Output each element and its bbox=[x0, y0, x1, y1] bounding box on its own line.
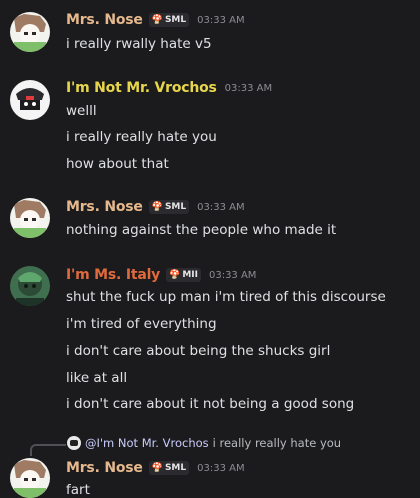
role-tag-label: MII bbox=[182, 270, 198, 280]
reply-preview[interactable]: @I'm Not Mr. Vrochos i really really hat… bbox=[67, 436, 341, 450]
message-text: i don't care about it not being a good s… bbox=[66, 396, 355, 412]
message-text: welll bbox=[66, 103, 97, 119]
role-tag-label: SML bbox=[164, 202, 187, 212]
reply-avatar-icon bbox=[67, 436, 81, 450]
timestamp[interactable]: 03:33 AM bbox=[197, 463, 244, 474]
username[interactable]: I'm Ms. Italy bbox=[66, 267, 160, 283]
message-text: shut the fuck up man i'm tired of this d… bbox=[66, 289, 386, 305]
message-text: like at all bbox=[66, 370, 128, 386]
role-tag: 🍄 SML bbox=[148, 13, 190, 27]
message-text: fart bbox=[66, 482, 90, 498]
avatar[interactable] bbox=[10, 266, 50, 306]
message-text: how about that bbox=[66, 156, 169, 172]
reply-mention[interactable]: @I'm Not Mr. Vrochos bbox=[85, 436, 209, 450]
avatar[interactable] bbox=[10, 12, 50, 52]
role-tag: 🍄 MII bbox=[166, 268, 201, 282]
reply-text[interactable]: i really really hate you bbox=[213, 436, 341, 450]
username[interactable]: Mrs. Nose bbox=[66, 12, 143, 28]
message-text: nothing against the people who made it bbox=[66, 222, 337, 238]
reply-connector bbox=[30, 444, 66, 456]
role-tag-label: SML bbox=[164, 15, 187, 25]
timestamp[interactable]: 03:33 AM bbox=[225, 83, 272, 94]
username[interactable]: I'm Not Mr. Vrochos bbox=[66, 80, 217, 96]
timestamp[interactable]: 03:33 AM bbox=[197, 202, 244, 213]
mushroom-icon: 🍄 bbox=[151, 202, 163, 212]
avatar[interactable] bbox=[10, 80, 50, 120]
message-text: i really really hate you bbox=[66, 129, 217, 145]
timestamp[interactable]: 03:33 AM bbox=[197, 15, 244, 26]
role-tag: 🍄 SML bbox=[148, 461, 190, 475]
mushroom-icon: 🍄 bbox=[169, 270, 181, 280]
avatar[interactable] bbox=[10, 458, 50, 498]
role-tag: 🍄 SML bbox=[148, 200, 190, 214]
message-text: i don't care about being the shucks girl bbox=[66, 343, 331, 359]
username[interactable]: Mrs. Nose bbox=[66, 199, 143, 215]
role-tag-label: SML bbox=[164, 463, 187, 473]
avatar[interactable] bbox=[10, 198, 50, 238]
message-text: i really rwally hate v5 bbox=[66, 36, 212, 52]
message-text: i'm tired of everything bbox=[66, 316, 217, 332]
mushroom-icon: 🍄 bbox=[151, 15, 163, 25]
timestamp[interactable]: 03:33 AM bbox=[209, 270, 256, 281]
username[interactable]: Mrs. Nose bbox=[66, 460, 143, 476]
mushroom-icon: 🍄 bbox=[151, 463, 163, 473]
